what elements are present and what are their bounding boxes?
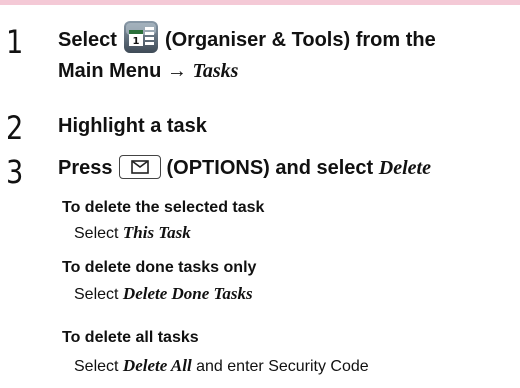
option-1-body: Select This Task <box>74 223 191 244</box>
option-1-heading: To delete the selected task <box>62 199 265 216</box>
step-2: 2 Highlight a task <box>0 110 520 144</box>
step-number: 1 <box>6 23 24 61</box>
step-number: 3 <box>6 153 24 191</box>
step-2-text: Highlight a task <box>58 115 207 137</box>
option-3-heading: To delete all tasks <box>62 329 199 346</box>
option-2-heading: To delete done tasks only <box>62 259 257 276</box>
option-2-body: Select Delete Done Tasks <box>74 284 253 305</box>
step-3-delete-label: Delete <box>378 157 431 179</box>
step-3-press-word: Press <box>58 157 113 179</box>
option-3-body-suffix: and enter Security Code <box>191 358 369 375</box>
step-1-tasks-label: Tasks <box>192 60 239 82</box>
step-1-organiser-text: (Organiser & Tools) from the <box>164 29 436 51</box>
option-1-menu-item: This Task <box>122 223 191 242</box>
step-1-menu-path: Main Menu → <box>58 60 193 82</box>
option-3-body-prefix: Select <box>74 358 123 375</box>
step-3: 3 Press (OPTIONS) and select Delete <box>0 152 520 191</box>
step-3-options-text: (OPTIONS) and select <box>166 157 379 179</box>
option-2-menu-item: Delete Done Tasks <box>122 284 253 303</box>
options-envelope-key-icon <box>118 154 161 179</box>
option-2-body-prefix: Select <box>74 286 123 303</box>
step-1-select-word: Select <box>58 29 117 51</box>
option-1-body-prefix: Select <box>74 225 123 242</box>
step-3-text: Press (OPTIONS) and select Delete <box>58 152 431 184</box>
step-1-line-1: Select 1 (Organiser & Tools) from the <box>58 20 436 56</box>
option-3-menu-item: Delete All <box>122 356 192 375</box>
svg-text:1: 1 <box>132 36 139 47</box>
step-1-line-2: Main Menu → Tasks <box>58 55 238 87</box>
option-3-body: Select Delete All and enter Security Cod… <box>74 356 369 377</box>
top-rule <box>0 0 520 5</box>
step-1: 1 Select 1 (Organiser & Tools) from the … <box>0 20 520 92</box>
organiser-tools-icon: 1 <box>123 20 159 54</box>
step-number: 2 <box>6 109 24 147</box>
